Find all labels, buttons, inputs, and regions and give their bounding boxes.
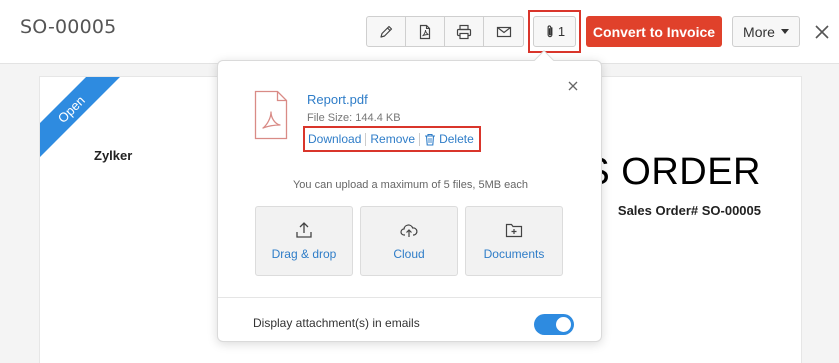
pdf-icon	[419, 24, 431, 39]
paperclip-icon	[547, 25, 553, 38]
file-name-link[interactable]: Report.pdf	[307, 92, 368, 107]
upload-icon	[296, 222, 312, 238]
remove-link[interactable]: Remove	[370, 132, 415, 146]
popover-footer: Display attachment(s) in emails	[218, 297, 601, 342]
caret-down-icon	[780, 29, 789, 34]
divider	[365, 132, 367, 146]
pencil-icon	[380, 25, 393, 38]
attachment-count: 1	[557, 24, 566, 39]
attachments-popover: Report.pdf File Size: 144.4 KB Download …	[217, 50, 602, 342]
file-actions: Download Remove Delete	[303, 126, 481, 152]
page-title: SO-00005	[20, 16, 117, 38]
file-size: File Size: 144.4 KB	[307, 112, 401, 124]
drag-drop-upload-button[interactable]: Drag & drop	[255, 206, 353, 276]
display-in-emails-label: Display attachment(s) in emails	[253, 316, 420, 330]
convert-to-invoice-button[interactable]: Convert to Invoice	[586, 16, 722, 47]
download-link[interactable]: Download	[308, 132, 361, 146]
popover-close-icon[interactable]	[566, 79, 580, 93]
cloud-upload-button[interactable]: Cloud	[360, 206, 458, 276]
divider	[419, 132, 421, 146]
documents-upload-button[interactable]: Documents	[465, 206, 563, 276]
print-button[interactable]	[445, 17, 484, 46]
toggle-knob	[556, 317, 571, 332]
status-ribbon: Open	[40, 77, 122, 160]
mail-icon	[496, 26, 511, 37]
close-icon[interactable]	[812, 22, 832, 42]
page-header: SO-00005 1 Convert to Invoice More	[0, 0, 839, 64]
pdf-file-icon	[254, 90, 288, 140]
folder-add-icon	[505, 223, 523, 238]
display-in-emails-toggle[interactable]	[534, 314, 574, 335]
edit-button[interactable]	[367, 17, 406, 46]
more-label: More	[743, 23, 775, 40]
upload-option-label: Drag & drop	[271, 247, 337, 261]
upload-option-label: Cloud	[393, 247, 425, 261]
email-button[interactable]	[484, 17, 523, 46]
organization-name: Zylker	[94, 148, 133, 163]
cloud-upload-icon	[400, 224, 418, 237]
document-number: Sales Order# SO-00005	[617, 203, 761, 218]
upload-limit-note: You can upload a maximum of 5 files, 5MB…	[292, 179, 528, 191]
trash-icon	[425, 133, 436, 146]
printer-icon	[456, 24, 472, 39]
toolbar	[366, 16, 524, 47]
more-button[interactable]: More	[732, 16, 800, 47]
upload-option-label: Documents	[483, 247, 545, 261]
attachments-button[interactable]: 1	[533, 16, 576, 47]
pdf-button[interactable]	[406, 17, 445, 46]
delete-link[interactable]: Delete	[439, 132, 474, 146]
